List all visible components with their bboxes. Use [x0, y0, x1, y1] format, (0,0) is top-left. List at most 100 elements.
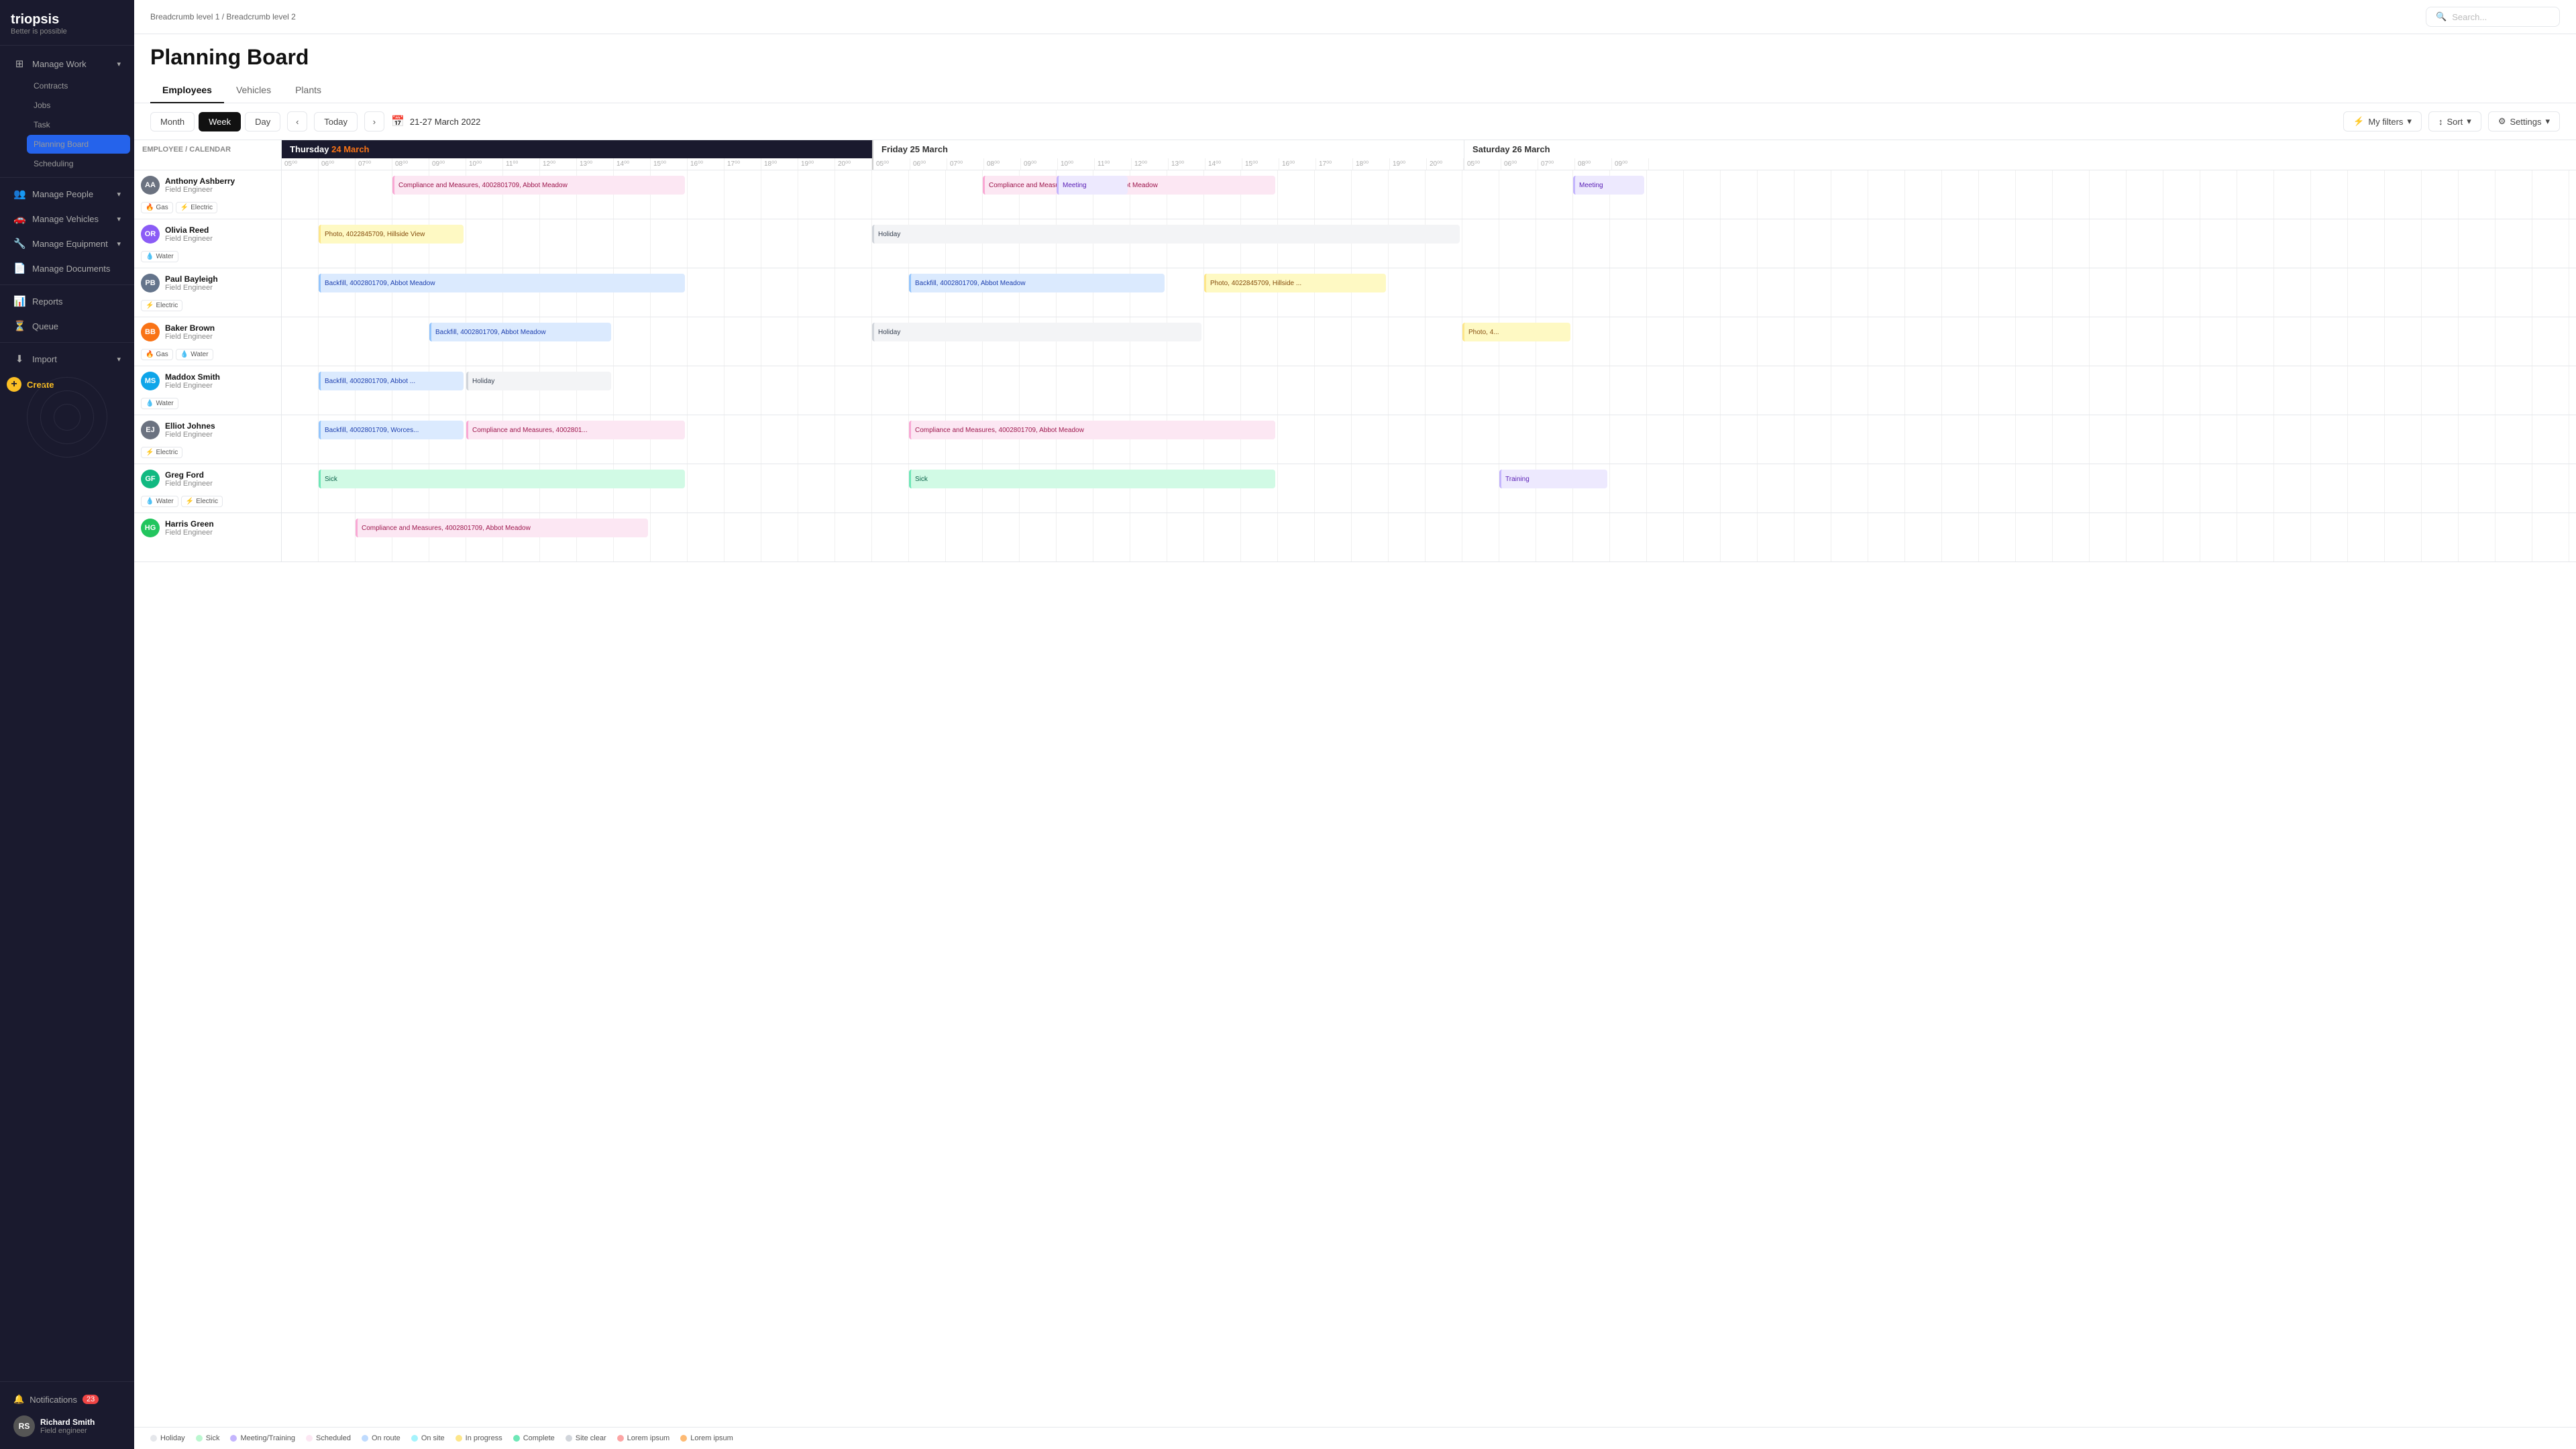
employee-info-cell: HGHarris GreenField Engineer	[134, 513, 282, 561]
day-header-sat: Saturday 26 March	[1464, 140, 1686, 158]
calendar-event[interactable]: Compliance and Measures, 4002801...	[466, 421, 685, 439]
sidebar-item-label: Import	[32, 354, 57, 364]
calendar-event[interactable]: Photo, 4...	[1462, 323, 1570, 341]
hour-cell: 17⁰⁰	[1316, 158, 1353, 170]
employee-tag: 💧Water	[141, 251, 178, 262]
legend-lorem1: Lorem ipsum	[617, 1434, 670, 1442]
employee-info-cell: OROlivia ReedField Engineer💧Water	[134, 219, 282, 268]
sidebar-item-reports[interactable]: 📊 Reports	[4, 289, 130, 313]
employee-calendar-header: EMPLOYEE / CALENDAR	[134, 140, 282, 170]
settings-button[interactable]: ⚙ Settings ▾	[2488, 111, 2560, 131]
calendar-event[interactable]: Photo, 4022845709, Hillside ...Photo, 40…	[1204, 274, 1386, 292]
avatar: BB	[141, 323, 160, 341]
tab-plants[interactable]: Plants	[283, 78, 333, 103]
reports-icon: 📊	[13, 295, 25, 307]
view-week-button[interactable]: Week	[199, 112, 241, 131]
sidebar-item-label: Manage Equipment	[32, 239, 108, 249]
employee-role: Field Engineer	[165, 529, 214, 537]
calendar-event[interactable]: Compliance and Measures, 4002801709, Abb…	[983, 176, 1275, 195]
sidebar-item-planning-board[interactable]: Planning Board	[27, 135, 130, 154]
sidebar-item-manage-vehicles[interactable]: 🚗 Manage Vehicles ▾	[4, 207, 130, 231]
legend-on-route: On route	[362, 1434, 400, 1442]
employee-tag: ⚡Electric	[181, 496, 223, 507]
calendar-event[interactable]: Backfill, 4002801709, Abbot Meadow	[909, 274, 1165, 292]
search-box[interactable]: 🔍 Search...	[2426, 7, 2560, 27]
today-button[interactable]: Today	[314, 112, 358, 131]
timeline-cell: Backfill, 4002801709, Abbot ...Holiday	[282, 366, 2576, 415]
avatar: PB	[141, 274, 160, 292]
user-profile-button[interactable]: RS Richard Smith Field engineer	[7, 1410, 127, 1442]
sidebar-item-contracts[interactable]: Contracts	[27, 76, 130, 95]
employee-tag: 💧Water	[141, 496, 178, 507]
hour-cell: 07⁰⁰	[356, 158, 392, 170]
legend-dot-complete	[513, 1435, 520, 1442]
view-day-button[interactable]: Day	[245, 112, 280, 131]
hour-cell: 12⁰⁰	[1132, 158, 1169, 170]
tab-vehicles[interactable]: Vehicles	[224, 78, 283, 103]
sidebar-item-task[interactable]: Task	[27, 115, 130, 134]
toolbar: Month Week Day ‹ Today › 📅 21-27 March 2…	[134, 103, 2576, 140]
notifications-badge: 23	[83, 1395, 99, 1404]
table-row: OROlivia ReedField Engineer💧Water Photo, …	[134, 219, 2576, 268]
table-row: AAAnthony AshberryField Engineer🔥Gas⚡Ele…	[134, 170, 2576, 219]
calendar-event[interactable]: Backfill, 4002801709, Worces...	[319, 421, 464, 439]
tab-employees[interactable]: Employees	[150, 78, 224, 103]
sidebar-item-manage-equipment[interactable]: 🔧 Manage Equipment ▾	[4, 231, 130, 256]
legend-bar: Holiday Sick Meeting/Training Scheduled …	[134, 1427, 2576, 1449]
employee-name: Anthony Ashberry	[165, 176, 235, 186]
sidebar-item-manage-documents[interactable]: 📄 Manage Documents	[4, 256, 130, 280]
sidebar-item-queue[interactable]: ⏳ Queue	[4, 314, 130, 338]
calendar-event[interactable]: Photo, 4022845709, Hillside View	[319, 225, 464, 244]
my-filters-button[interactable]: ⚡ My filters ▾	[2343, 111, 2422, 131]
calendar-event[interactable]: Compliance and Measures, 4002801709, Abb…	[356, 519, 648, 537]
manage-people-icon: 👥	[13, 188, 25, 200]
calendar-event[interactable]: Meeting	[1573, 176, 1644, 195]
calendar-event[interactable]: Compliance and Measures, 4002801709, Abb…	[392, 176, 685, 195]
calendar-event[interactable]: Sick	[909, 470, 1275, 488]
hour-cell: 16⁰⁰	[688, 158, 724, 170]
next-arrow-button[interactable]: ›	[364, 111, 384, 131]
legend-dot-on-site	[411, 1435, 418, 1442]
hour-cell: 10⁰⁰	[1058, 158, 1095, 170]
bell-icon: 🔔	[13, 1394, 24, 1405]
hour-cell: 12⁰⁰	[540, 158, 577, 170]
sidebar-item-label: Manage People	[32, 189, 93, 199]
breadcrumb-level1: Breadcrumb level 1	[150, 12, 219, 21]
sidebar-nav: ⊞ Manage Work ▾ Contracts Jobs Task Plan…	[0, 46, 134, 1381]
calendar-event[interactable]: Sick	[319, 470, 685, 488]
calendar-event[interactable]: Training	[1499, 470, 1607, 488]
calendar-event[interactable]: Backfill, 4002801709, Abbot Meadow	[429, 323, 611, 341]
notifications-button[interactable]: 🔔 Notifications 23	[7, 1389, 127, 1410]
calendar-event[interactable]: Meeting	[1057, 176, 1128, 195]
calendar-event[interactable]: Backfill, 4002801709, Abbot Meadow	[319, 274, 685, 292]
sidebar-item-import[interactable]: ⬇ Import ▾	[4, 347, 130, 371]
sidebar-item-manage-people[interactable]: 👥 Manage People ▾	[4, 182, 130, 206]
prev-arrow-button[interactable]: ‹	[287, 111, 307, 131]
hour-cell: 19⁰⁰	[1390, 158, 1427, 170]
manage-documents-icon: 📄	[13, 262, 25, 274]
sidebar-item-label: Planning Board	[34, 140, 89, 149]
calendar-event[interactable]: Holiday	[872, 225, 1460, 244]
breadcrumb: Breadcrumb level 1 / Breadcrumb level 2	[150, 12, 296, 21]
employee-name: Baker Brown	[165, 323, 215, 333]
sort-button[interactable]: ↕ Sort ▾	[2428, 111, 2481, 131]
avatar: AA	[141, 176, 160, 195]
employee-role: Field Engineer	[165, 480, 213, 488]
timeline-cell: Backfill, 4002801709, Abbot Meadow Holida…	[282, 317, 2576, 366]
avatar: EJ	[141, 421, 160, 439]
sidebar-item-manage-work[interactable]: ⊞ Manage Work ▾	[4, 52, 130, 76]
view-month-button[interactable]: Month	[150, 112, 195, 131]
legend-holiday: Holiday	[150, 1434, 185, 1442]
avatar: OR	[141, 225, 160, 244]
employee-info-cell: MSMaddox SmithField Engineer💧Water	[134, 366, 282, 415]
chevron-down-icon: ▾	[117, 190, 121, 199]
employee-role: Field Engineer	[165, 382, 220, 390]
calendar-event[interactable]: Holiday	[466, 372, 611, 390]
legend-dot-sick	[196, 1435, 203, 1442]
sidebar-item-jobs[interactable]: Jobs	[27, 96, 130, 115]
calendar-event[interactable]: Holiday	[872, 323, 1201, 341]
calendar-event[interactable]: Compliance and Measures, 4002801709, Abb…	[909, 421, 1275, 439]
calendar-event[interactable]: Backfill, 4002801709, Abbot ...	[319, 372, 464, 390]
import-icon: ⬇	[13, 353, 25, 365]
sidebar-item-scheduling[interactable]: Scheduling	[27, 154, 130, 173]
